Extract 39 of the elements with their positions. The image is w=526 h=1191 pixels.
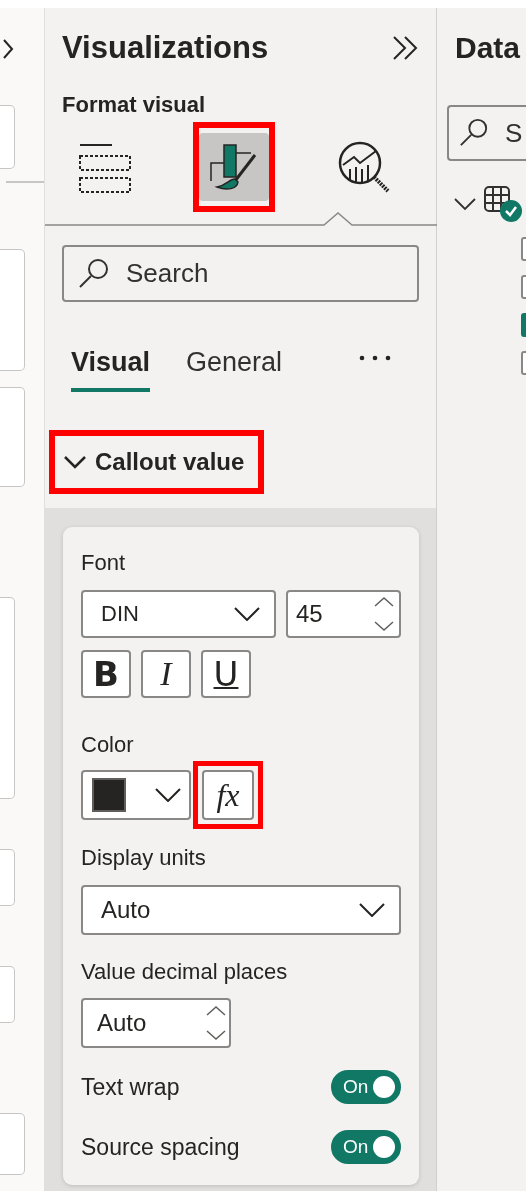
search-icon	[78, 257, 110, 289]
search-field[interactable]: Search	[62, 245, 419, 302]
toggle-switch[interactable]: On	[331, 1130, 401, 1164]
font-dropdown[interactable]: DIN	[81, 590, 276, 638]
expand-icon[interactable]	[2, 38, 14, 60]
text-style-button[interactable]: B	[81, 650, 131, 698]
search-field[interactable]: S	[447, 105, 526, 161]
chevron-icon[interactable]	[453, 197, 477, 211]
pane-subtitle: Format visual	[61, 91, 207, 119]
field-label: Value decimal places	[81, 960, 289, 984]
chevron-icon	[155, 788, 181, 802]
color-picker[interactable]	[81, 770, 191, 820]
text-style-button[interactable]: I	[141, 650, 191, 698]
tab[interactable]: Visual	[71, 330, 151, 392]
field-label: Font	[81, 551, 127, 575]
toggle-label: Text wrap	[81, 1073, 180, 1101]
more-icon[interactable]	[358, 354, 393, 362]
pane-title: Visualizations	[62, 30, 269, 66]
decimal-places-spinner[interactable]: Auto	[81, 998, 231, 1048]
paintbrush-chart-icon[interactable]	[209, 141, 259, 193]
pane-title: Data	[455, 30, 522, 66]
field-label: Display units	[81, 846, 207, 870]
toggle-switch[interactable]: On	[331, 1070, 401, 1104]
spin-arrows-icon	[205, 1005, 227, 1041]
field-label: Color	[81, 733, 135, 757]
tab[interactable]: General	[186, 330, 283, 392]
toggle-label: Source spacing	[81, 1133, 240, 1161]
chevron-icon	[359, 903, 385, 917]
search-icon	[459, 117, 489, 147]
display-units-dropdown[interactable]: Auto	[81, 885, 401, 935]
spin-arrows-icon	[373, 596, 395, 632]
chevron-icon	[234, 607, 260, 621]
chart-magnifier-icon[interactable]	[336, 139, 392, 195]
collapse-icon[interactable]	[392, 35, 420, 61]
text-style-button[interactable]: U	[201, 650, 251, 698]
fx-button[interactable]: fx	[202, 770, 254, 820]
table-check-icon	[483, 185, 523, 223]
section-header[interactable]: Callout value	[63, 436, 245, 488]
font-size-spinner[interactable]: 45	[286, 590, 401, 638]
